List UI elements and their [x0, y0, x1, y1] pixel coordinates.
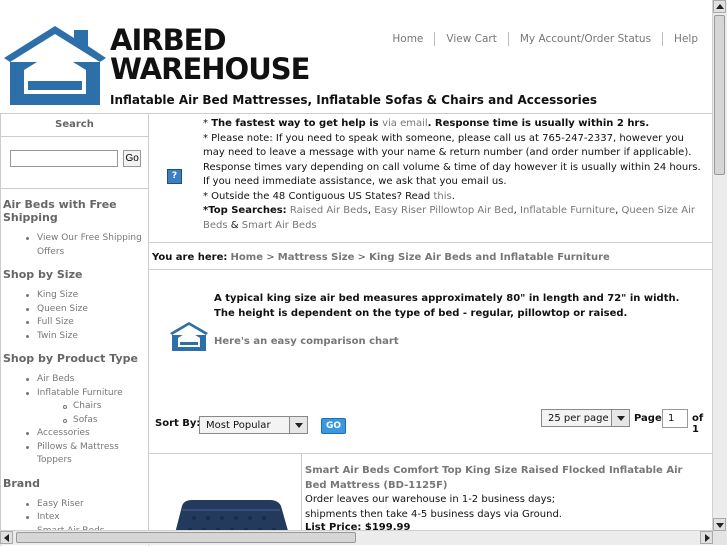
breadcrumb-king-size[interactable]: King Size Air Beds and Inflatable Furnit… [369, 252, 610, 263]
outside-us-link[interactable]: this [433, 191, 451, 202]
top-searches-label: *Top Searches: [203, 205, 287, 216]
product-title-link[interactable]: Smart Air Beds Comfort Top King Size Rai… [305, 463, 705, 493]
brand-tagline: Inflatable Air Bed Mattresses, Inflatabl… [110, 93, 597, 107]
king-size-info: A typical king size air bed measures app… [214, 293, 680, 319]
notice-line-email: * The fastest way to get help is via ema… [203, 117, 708, 132]
top-search-raised[interactable]: Raised Air Beds [290, 205, 368, 216]
vertical-scrollbar[interactable] [712, 0, 727, 531]
sidebar-item-inflatable-furniture[interactable]: Inflatable Furniture [25, 387, 148, 401]
sidebar-item-pillows-toppers[interactable]: Pillows & Mattress Toppers [25, 441, 148, 468]
horizontal-scrollbar[interactable] [0, 530, 713, 545]
sidebar-item-sofas[interactable]: Sofas [25, 414, 148, 428]
sidebar-item-easy-riser[interactable]: Easy Riser [25, 498, 148, 512]
sort-go-button[interactable]: GO [321, 418, 346, 434]
sort-select[interactable]: Most Popular [199, 416, 308, 434]
sidebar-item-free-shipping-offers[interactable]: View Our Free Shipping Offers [25, 232, 148, 259]
section-size-title: Shop by Size [3, 268, 83, 281]
vertical-scroll-thumb[interactable] [714, 15, 725, 175]
brand-line1: AIRBED [110, 23, 227, 57]
scrollbar-corner [713, 531, 727, 545]
top-search-easy-riser[interactable]: Easy Riser Pillowtop Air Bed [374, 205, 513, 216]
sidebar-item-full-size[interactable]: Full Size [25, 316, 148, 330]
top-search-inflatable-furniture[interactable]: Inflatable Furniture [520, 205, 615, 216]
sidebar-item-queen-size[interactable]: Queen Size [25, 303, 148, 317]
product-type-list: Air Beds Inflatable Furniture Chairs Sof… [1, 373, 148, 468]
notice-bullet: * [203, 118, 212, 129]
page-number-input[interactable]: 1 [662, 409, 688, 428]
sidebar-item-accessories[interactable]: Accessories [25, 427, 148, 441]
divider [148, 453, 713, 454]
search-input[interactable] [10, 150, 118, 167]
per-page-select[interactable]: 25 per page [541, 409, 630, 427]
nav-account-link[interactable]: My Account/Order Status [507, 32, 662, 46]
page-total-label: of 1 [692, 413, 704, 435]
scroll-right-icon[interactable] [700, 531, 713, 544]
breadcrumb-label: You are here: [152, 252, 228, 263]
divider [148, 269, 713, 270]
notice-line-top-searches: *Top Searches: Raised Air Beds, Easy Ris… [203, 205, 695, 231]
sidebar-item-king-size[interactable]: King Size [25, 289, 148, 303]
sidebar-item-intex[interactable]: Intex [25, 511, 148, 525]
main-content: ? * The fastest way to get help is via e… [148, 113, 713, 545]
product-shipping-line2: shipments then take 4-5 business days vi… [305, 509, 562, 520]
nav-view-cart-link[interactable]: View Cart [434, 32, 507, 46]
breadcrumb: You are here: Home > Mattress Size > Kin… [152, 252, 610, 263]
brand-line2: WAREHOUSE [110, 52, 310, 86]
page-label: Page [634, 413, 662, 424]
notice-outside-period: . [451, 190, 455, 202]
notice-text: * The fastest way to get help is via ema… [203, 117, 708, 233]
chevron-down-icon [289, 417, 307, 433]
sort-selected-value: Most Popular [206, 420, 271, 431]
top-search-smart[interactable]: Smart Air Beds [242, 220, 317, 231]
nav-help-link[interactable]: Help [662, 32, 709, 46]
breadcrumb-mattress-size[interactable]: Mattress Size [278, 252, 355, 263]
section-product-type-title: Shop by Product Type [3, 352, 138, 365]
section-brand-title: Brand [3, 476, 40, 490]
comparison-chart-link[interactable]: Here's an easy comparison chart [214, 336, 399, 347]
search-title: Search [1, 114, 148, 137]
notice-line-phone: * Please note: If you need to speak with… [203, 132, 701, 188]
sidebar-item-twin-size[interactable]: Twin Size [25, 330, 148, 344]
free-shipping-list: View Our Free Shipping Offers [1, 232, 148, 259]
help-notice: ? * The fastest way to get help is via e… [148, 113, 713, 243]
search-row: Go [1, 137, 148, 189]
notice-response-time: . Response time is usually within 2 hrs. [427, 118, 650, 129]
breadcrumb-sep: > [357, 252, 366, 263]
sidebar-item-air-beds[interactable]: Air Beds [25, 373, 148, 387]
sidebar-item-chairs[interactable]: Chairs [25, 400, 148, 414]
site-header: AIRBED WAREHOUSE Inflatable Air Bed Matt… [0, 0, 713, 113]
nav-home-link[interactable]: Home [381, 32, 434, 46]
help-question-icon[interactable]: ? [167, 169, 182, 184]
email-link[interactable]: via email [382, 118, 428, 129]
search-go-button[interactable]: Go [123, 150, 142, 167]
scroll-up-icon[interactable] [713, 0, 726, 13]
brand-logo-text[interactable]: AIRBED WAREHOUSE [110, 23, 310, 86]
notice-fastest: The fastest way to get help is [211, 118, 383, 129]
scroll-down-icon[interactable] [713, 518, 726, 531]
section-free-shipping-title: Air Beds with Free Shipping [3, 198, 117, 224]
per-page-value: 25 per page [548, 413, 609, 424]
product-shipping-line1: Order leaves our warehouse in 1-2 busine… [305, 494, 556, 505]
notice-line-outside: * Outside the 48 Contiguous US States? R… [203, 190, 708, 205]
chevron-down-icon [611, 410, 629, 426]
sort-by-label: Sort By: [155, 418, 201, 429]
size-list: King Size Queen Size Full Size Twin Size [1, 289, 148, 343]
breadcrumb-home[interactable]: Home [231, 252, 263, 263]
top-navigation: Home View Cart My Account/Order Status H… [381, 32, 709, 46]
sidebar: Search Go Air Beds with Free Shipping Vi… [0, 113, 149, 546]
notice-outside-text: * Outside the 48 Contiguous US States? R… [203, 190, 434, 202]
house-logo-icon[interactable] [4, 24, 106, 105]
breadcrumb-sep: > [266, 252, 275, 263]
horizontal-scroll-thumb[interactable] [16, 532, 356, 543]
scroll-left-icon[interactable] [0, 531, 13, 544]
small-house-icon [170, 322, 208, 351]
